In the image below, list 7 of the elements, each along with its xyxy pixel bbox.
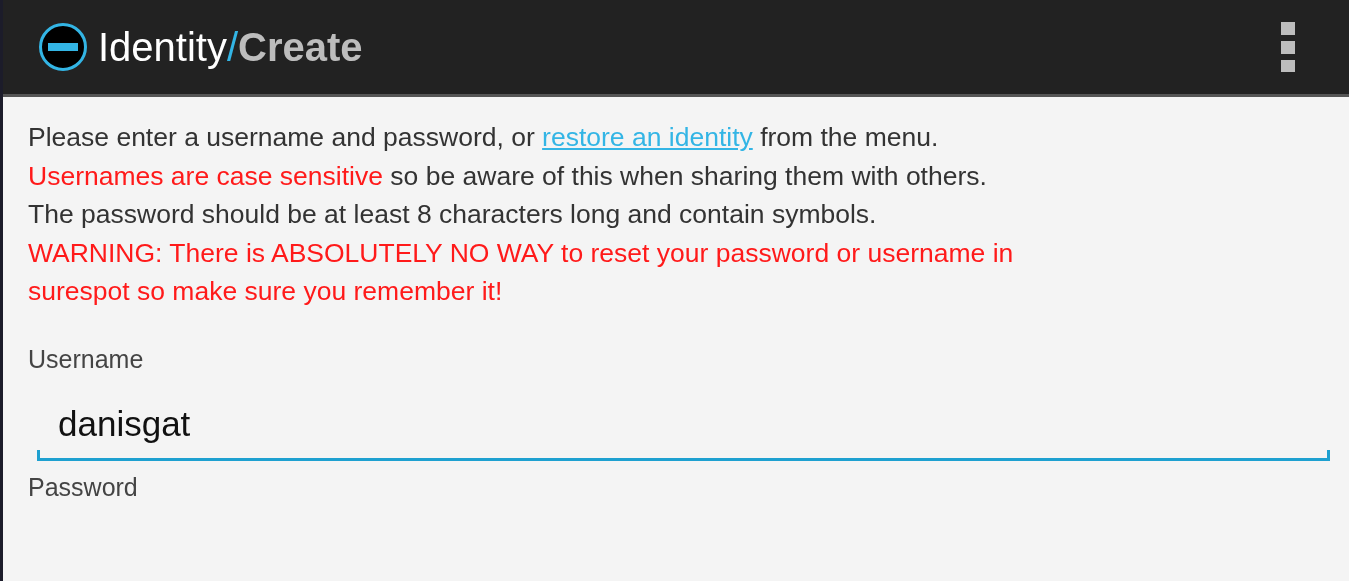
field-label: Username: [28, 344, 145, 374]
input-field[interactable]: danisgat: [37, 393, 1330, 461]
field-label: Password: [28, 472, 139, 502]
instructions-text: Please enter a username and password, or restore an identity from the menu. Usernames are case sensitive so be aware of this when sharing them with others. The password should be at least 8 characters long and contain symbols. WARNING: There is ABSOLUTELY NO WAY to reset your password or username in surespot so make sure you remember it!: [28, 121, 1015, 308]
overflow-menu-icon[interactable]: [1281, 22, 1295, 72]
logo-icon[interactable]: [38, 22, 88, 72]
screen-title: Identity/Create: [98, 24, 363, 70]
